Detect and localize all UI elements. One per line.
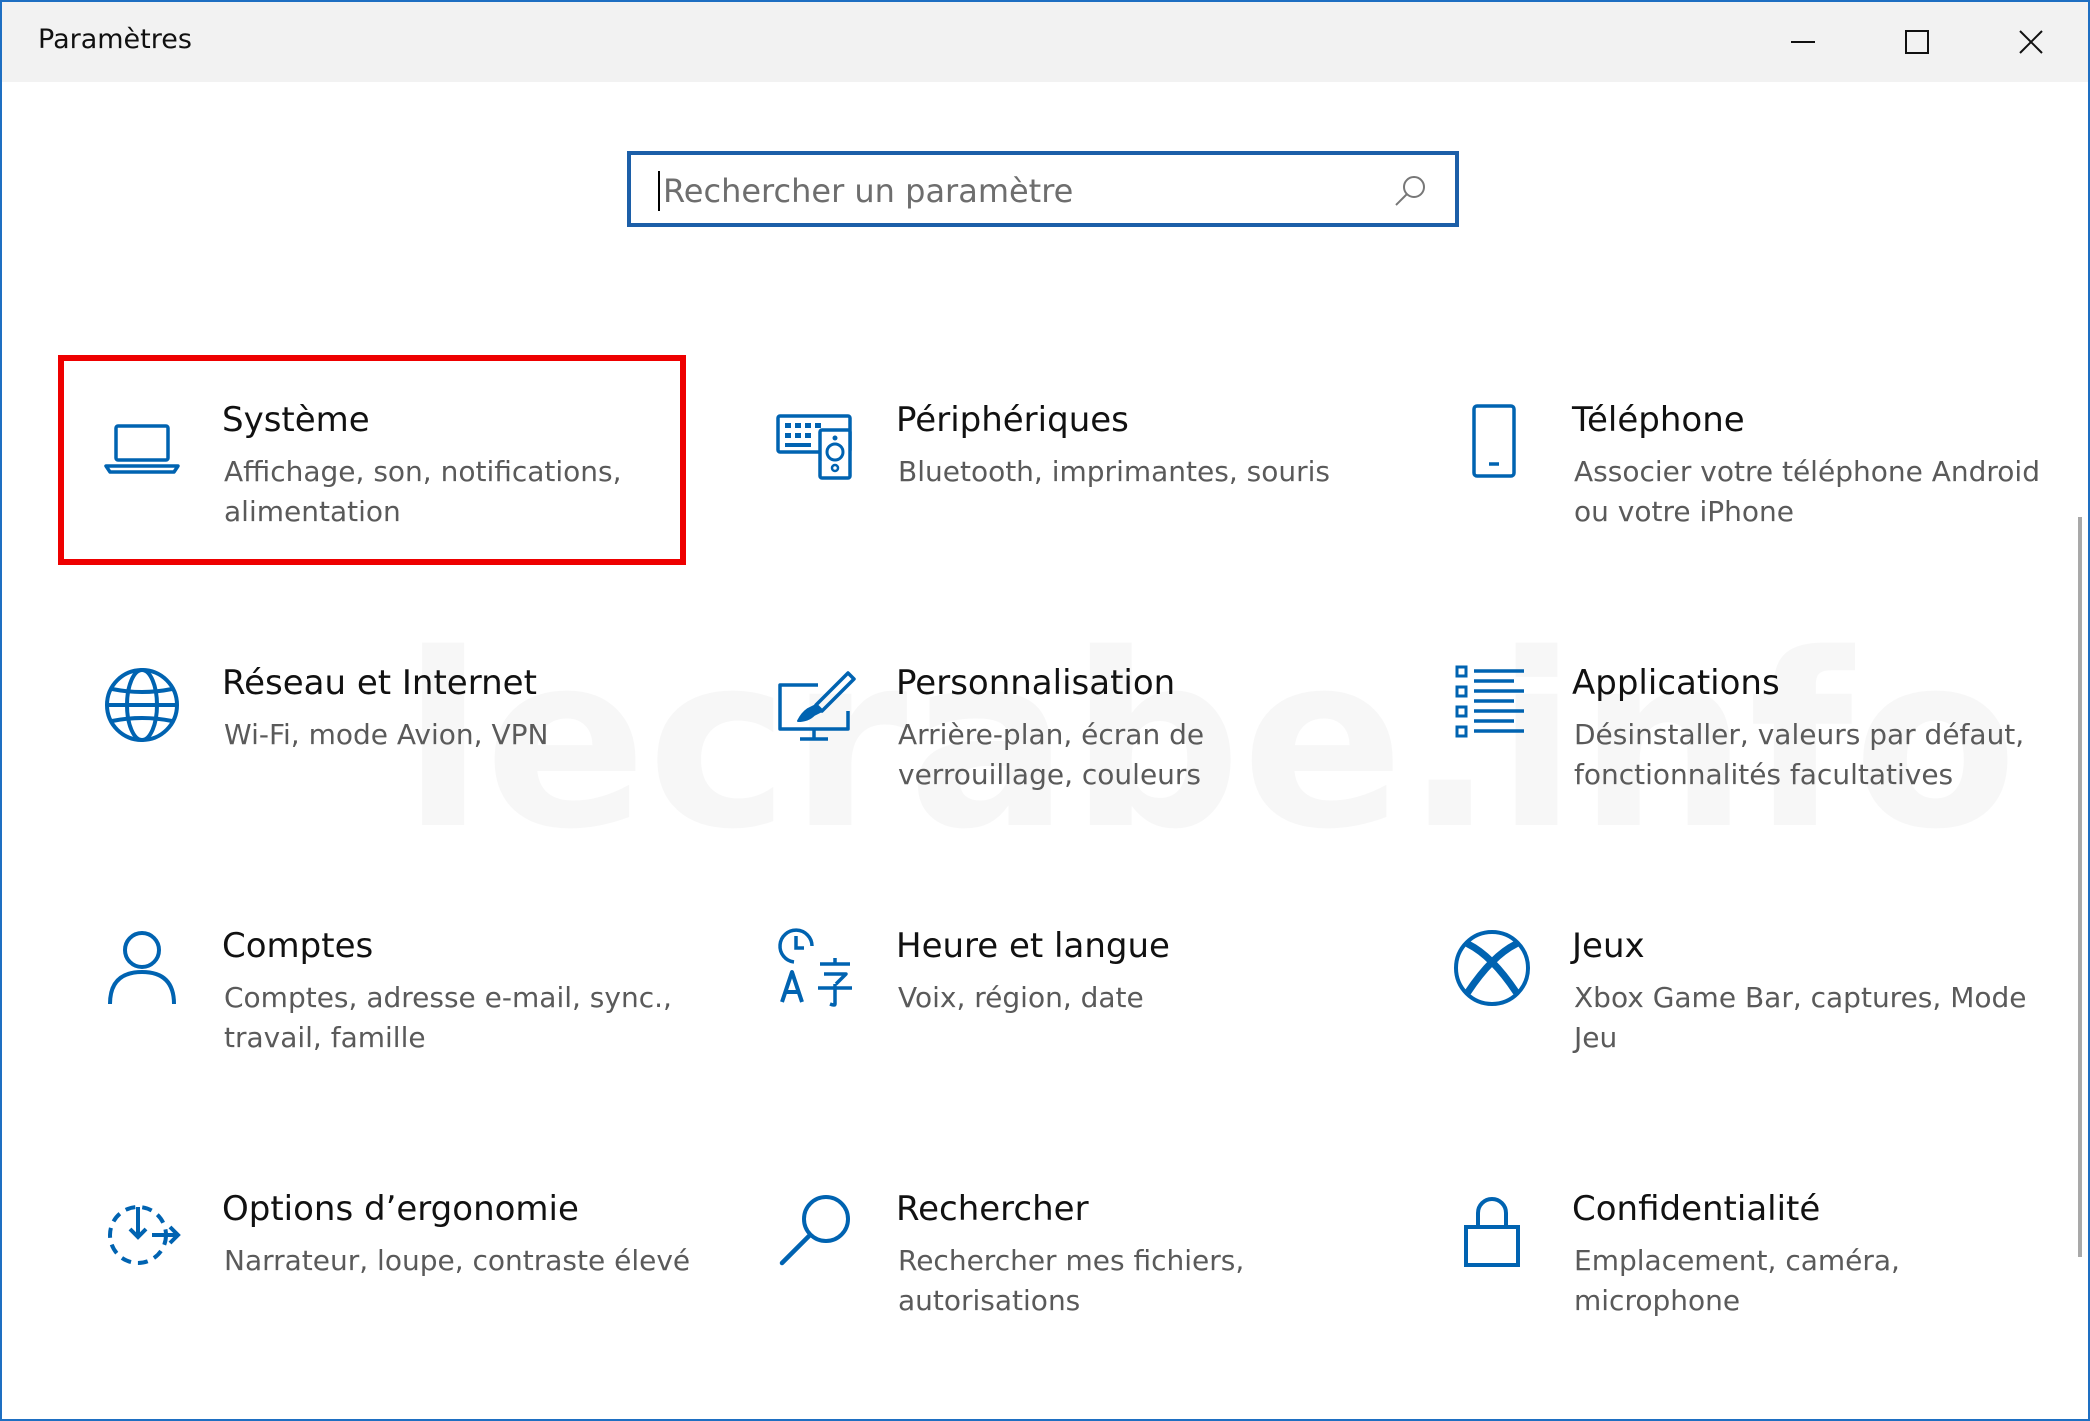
category-title: Système: [222, 400, 370, 440]
category-title: Options d’ergonomie: [222, 1189, 579, 1229]
category-description: Associer votre téléphone Android ou votr…: [1574, 455, 2040, 528]
apps-list-icon-wrap: [1452, 665, 1532, 745]
xbox-icon-wrap: [1452, 928, 1532, 1008]
time-language-icon: [778, 928, 852, 1007]
category-description: Affichage, son, notifications, alimentat…: [224, 455, 622, 528]
settings-window: Paramètres lecrabe.info Système Affichag…: [0, 0, 2090, 1421]
category-title: Personnalisation: [896, 663, 1176, 703]
category-description: Emplacement, caméra, microphone: [1574, 1244, 1900, 1317]
globe-icon: [105, 668, 179, 742]
category-description: Arrière-plan, écran de verrouillage, cou…: [898, 718, 1205, 791]
category-description: Voix, région, date: [898, 981, 1144, 1014]
category-applications[interactable]: Applications Désinstaller, valeurs par d…: [1422, 637, 2042, 817]
category-title: Comptes: [222, 926, 374, 966]
paint-monitor-icon-wrap: [776, 665, 856, 745]
text-caret: [658, 171, 660, 211]
category-title: Heure et langue: [896, 926, 1170, 966]
category-description: Bluetooth, imprimantes, souris: [898, 455, 1330, 488]
lock-icon: [1464, 1197, 1520, 1267]
laptop-icon: [104, 424, 180, 474]
close-button[interactable]: [1974, 2, 2088, 82]
category-heure-langue[interactable]: Heure et langue Voix, région, date: [746, 900, 1366, 1080]
category-jeux[interactable]: Jeux Xbox Game Bar, captures, Mode Jeu: [1422, 900, 2042, 1080]
phone-icon: [1472, 404, 1516, 478]
category-description: Narrateur, loupe, contraste élevé: [224, 1244, 691, 1277]
maximize-button[interactable]: [1860, 2, 1974, 82]
phone-icon-wrap: [1452, 402, 1532, 482]
search-box[interactable]: [627, 151, 1459, 227]
maximize-icon: [1905, 30, 1929, 54]
category-title: Jeux: [1572, 926, 1645, 966]
person-icon-wrap: [102, 928, 182, 1008]
paint-monitor-icon: [778, 671, 856, 741]
category-title: Réseau et Internet: [222, 663, 537, 703]
category-description: Comptes, adresse e-mail, sync., travail,…: [224, 981, 672, 1054]
category-telephone[interactable]: Téléphone Associer votre téléphone Andro…: [1422, 374, 2042, 554]
person-icon: [108, 931, 176, 1005]
category-comptes[interactable]: Comptes Comptes, adresse e-mail, sync., …: [72, 900, 692, 1080]
category-reseau[interactable]: Réseau et Internet Wi-Fi, mode Avion, VP…: [72, 637, 692, 817]
xbox-icon: [1454, 930, 1530, 1006]
time-language-icon-wrap: [776, 928, 856, 1008]
title-bar: Paramètres: [2, 2, 2088, 82]
category-confidentialite[interactable]: Confidentialité Emplacement, caméra, mic…: [1422, 1163, 2042, 1343]
scrollbar[interactable]: [2078, 517, 2082, 1257]
category-rechercher[interactable]: Rechercher Rechercher mes fichiers, auto…: [746, 1163, 1366, 1343]
minimize-button[interactable]: [1746, 2, 1860, 82]
category-description: Désinstaller, valeurs par défaut, foncti…: [1574, 718, 2025, 791]
category-title: Applications: [1572, 663, 1780, 703]
magnifier-icon-wrap: [776, 1191, 856, 1271]
category-description: Wi-Fi, mode Avion, VPN: [224, 718, 549, 751]
category-ergonomie[interactable]: Options d’ergonomie Narrateur, loupe, co…: [72, 1163, 692, 1343]
category-description: Xbox Game Bar, captures, Mode Jeu: [1574, 981, 2027, 1054]
category-title: Téléphone: [1572, 400, 1745, 440]
category-description: Rechercher mes fichiers, autorisations: [898, 1244, 1245, 1317]
search-input[interactable]: [661, 165, 1385, 217]
category-personnalisation[interactable]: Personnalisation Arrière-plan, écran de …: [746, 637, 1366, 817]
minimize-icon: [1791, 41, 1815, 43]
laptop-icon-wrap: [102, 402, 182, 482]
category-title: Rechercher: [896, 1189, 1089, 1229]
apps-list-icon: [1455, 665, 1524, 738]
category-title: Périphériques: [896, 400, 1129, 440]
devices-icon-wrap: [776, 402, 856, 482]
globe-icon-wrap: [102, 665, 182, 745]
ease-of-access-icon: [108, 1205, 181, 1265]
category-peripheriques[interactable]: Périphériques Bluetooth, imprimantes, so…: [746, 374, 1366, 554]
devices-icon: [776, 414, 852, 480]
ease-of-access-icon-wrap: [102, 1191, 182, 1271]
magnifier-icon: [779, 1195, 850, 1266]
window-title: Paramètres: [38, 24, 192, 55]
category-systeme[interactable]: Système Affichage, son, notifications, a…: [72, 374, 692, 554]
search-icon[interactable]: [1393, 173, 1429, 209]
category-title: Confidentialité: [1572, 1189, 1821, 1229]
close-icon: [2019, 30, 2043, 54]
lock-icon-wrap: [1452, 1191, 1532, 1271]
